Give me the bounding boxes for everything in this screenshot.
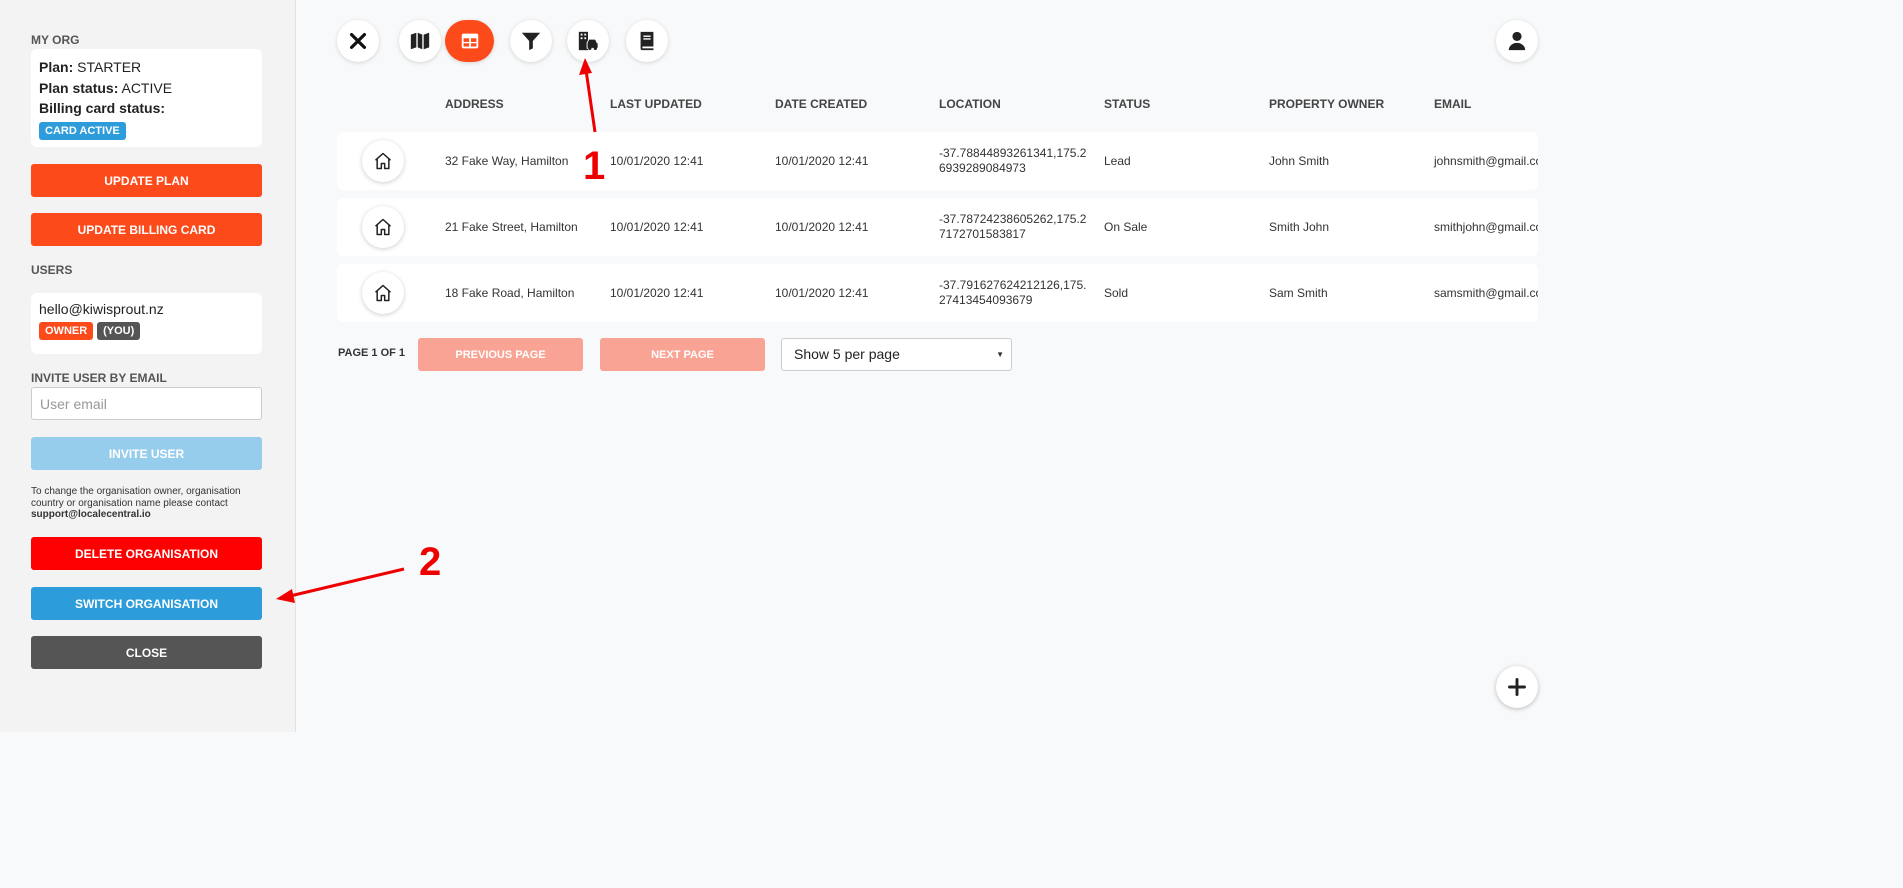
property-button[interactable] [362,272,404,314]
switch-organisation-button[interactable]: SWITCH ORGANISATION [31,587,262,620]
cell-email: samsmith@gmail.com [1434,286,1538,300]
cell-owner: Smith John [1269,220,1330,234]
building-car-button[interactable] [567,20,609,62]
next-page-button[interactable]: NEXT PAGE [600,338,765,371]
table-row[interactable]: 32 Fake Way, Hamilton 10/01/2020 12:41 1… [337,132,1538,190]
cell-status: Lead [1104,154,1131,168]
cell-address: 32 Fake Way, Hamilton [445,154,569,168]
cell-date-created: 10/01/2020 12:41 [775,220,869,234]
cell-address: 21 Fake Street, Hamilton [445,220,578,234]
annotation-number-2: 2 [419,540,442,584]
table-icon [461,33,478,49]
previous-page-button[interactable]: PREVIOUS PAGE [418,338,583,371]
plan-label: Plan: [39,59,74,75]
card-active-badge: CARD ACTIVE [39,121,126,140]
property-button[interactable] [362,140,404,182]
column-header-email[interactable]: EMAIL [1434,97,1471,111]
update-plan-button[interactable]: UPDATE PLAN [31,164,262,197]
user-icon [1508,31,1526,51]
caret-down-icon: ▼ [996,350,1004,359]
filter-icon [521,32,541,51]
per-page-select[interactable]: Show 5 per page ▼ [781,338,1012,371]
help-message: To change the organisation owner, organi… [31,486,241,509]
cell-date-created: 10/01/2020 12:41 [775,154,869,168]
my-org-label: MY ORG [31,33,80,47]
column-header-address[interactable]: ADDRESS [445,97,504,111]
support-email-link[interactable]: support@localecentral.io [31,509,261,521]
cell-last-updated: 10/01/2020 12:41 [610,220,704,234]
cell-owner: John Smith [1269,154,1330,168]
cell-status: On Sale [1104,220,1148,234]
cell-owner: Sam Smith [1269,286,1328,300]
invite-user-button[interactable]: INVITE USER [31,437,262,470]
plus-icon [1508,678,1526,696]
user-menu-button[interactable] [1496,20,1538,62]
delete-organisation-button[interactable]: DELETE ORGANISATION [31,537,262,570]
users-label: USERS [31,263,73,277]
page-indicator: PAGE 1 OF 1 [338,347,406,359]
plan-status-value: ACTIVE [121,79,173,96]
property-button[interactable] [362,206,404,248]
column-header-last-updated[interactable]: LAST UPDATED [610,97,702,111]
close-icon [349,32,367,50]
cell-last-updated: 10/01/2020 12:41 [610,154,704,168]
org-info-card: Plan: STARTER Plan status: ACTIVE Billin… [31,49,262,147]
map-view-button[interactable] [399,20,441,62]
cell-email: smithjohn@gmail.com [1434,220,1538,234]
column-header-property-owner[interactable]: PROPERTY OWNER [1269,97,1384,111]
building-car-icon [578,31,599,51]
cell-location: -37.791627624212126,175.27413454093679 [939,278,1087,307]
cell-address: 18 Fake Road, Hamilton [445,286,575,300]
invite-email-input[interactable] [31,387,262,420]
table-view-button[interactable] [445,20,494,62]
table-row[interactable]: 21 Fake Street, Hamilton 10/01/2020 12:4… [337,198,1538,256]
home-icon [375,284,391,302]
owner-badge: OWNER [39,322,94,340]
billing-status-label: Billing card status: [39,100,166,116]
annotation-number-1: 1 [583,144,606,188]
filter-button[interactable] [510,20,552,62]
user-email: hello@kiwisprout.nz [39,301,164,317]
cell-date-created: 10/01/2020 12:41 [775,286,869,300]
plan-status-label: Plan status: [39,79,119,96]
org-sidebar: MY ORG Plan: STARTER Plan status: ACTIVE… [0,0,296,732]
annotation-arrow-1 [579,58,597,133]
close-panel-button[interactable] [337,20,379,62]
column-header-location[interactable]: LOCATION [939,97,1001,111]
cell-email: johnsmith@gmail.com [1434,154,1538,168]
cell-location: -37.78724238605262,175.27172701583817 [939,212,1087,241]
you-badge: (YOU) [97,322,141,340]
column-header-status[interactable]: STATUS [1104,97,1150,111]
book-icon [640,31,654,51]
invite-label: INVITE USER BY EMAIL [31,371,167,385]
cell-last-updated: 10/01/2020 12:41 [610,286,704,300]
per-page-value: Show 5 per page [794,346,900,362]
book-button[interactable] [626,20,668,62]
add-property-button[interactable] [1496,666,1538,708]
user-card: hello@kiwisprout.nz OWNER (YOU) [31,293,262,354]
plan-value: STARTER [77,59,142,75]
update-billing-card-button[interactable]: UPDATE BILLING CARD [31,213,262,246]
map-icon [410,32,430,50]
help-text: To change the organisation owner, organi… [31,486,261,521]
cell-location: -37.78844893261341,175.26939289084973 [939,146,1087,175]
table-row[interactable]: 18 Fake Road, Hamilton 10/01/2020 12:41 … [337,264,1538,322]
column-header-date-created[interactable]: DATE CREATED [775,97,867,111]
home-icon [375,218,391,236]
cell-status: Sold [1104,286,1129,300]
close-button[interactable]: CLOSE [31,636,262,669]
home-icon [375,152,391,170]
